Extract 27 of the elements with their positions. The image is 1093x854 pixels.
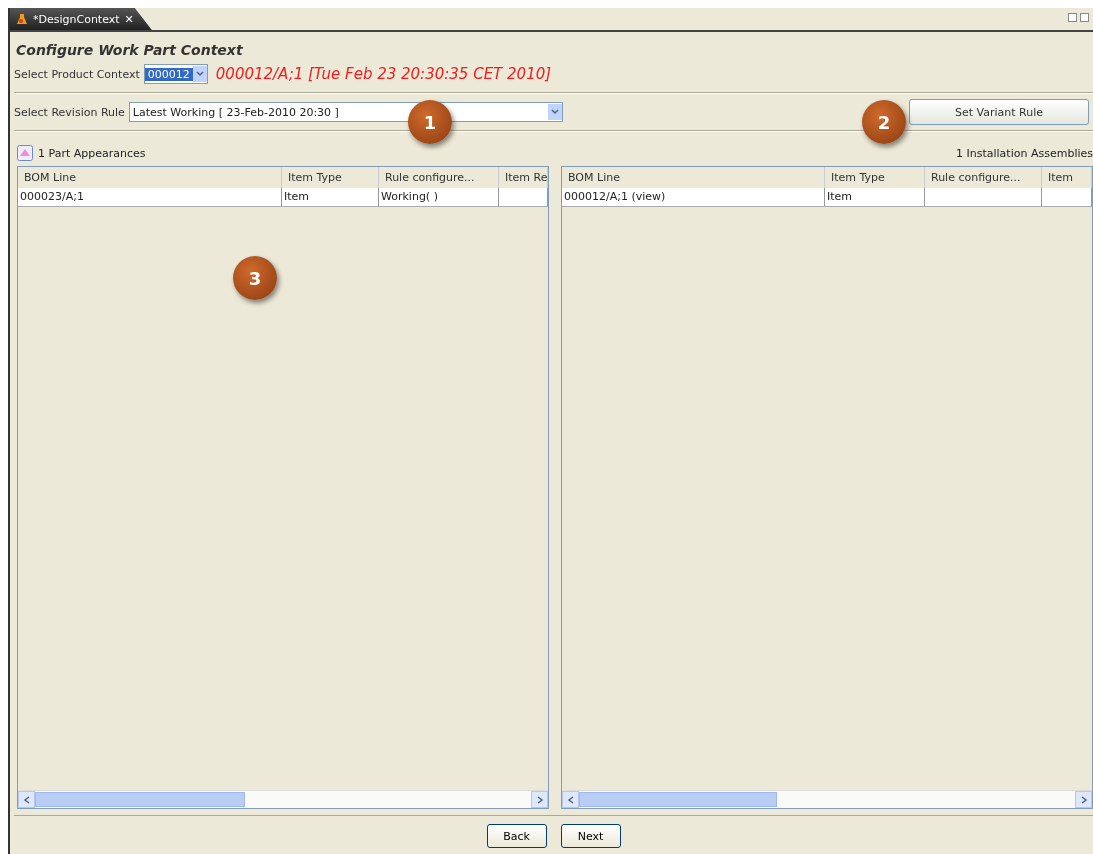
callout-badge: 1 [408,100,452,144]
flask-icon [16,13,28,25]
callout-badge: 2 [862,100,906,144]
scroll-right-icon[interactable] [535,795,544,804]
table-cell: Item [282,188,379,206]
panel-caption: 1 Installation Assemblies [956,146,1093,160]
horizontal-scrollbar[interactable] [18,790,548,808]
table-cell: Working( ) [379,188,499,206]
field-label: Select Product Context [14,67,140,81]
panel-caption: 1 Part Appearances [38,146,146,160]
field-label: Select Revision Rule [14,105,125,119]
table-cell: 000023/A;1 [18,188,282,206]
wizard-button[interactable]: Next [560,824,621,848]
part-icon [17,145,33,161]
product-context-dropdown[interactable]: 000012 [143,64,208,84]
context-info: 000012/A;1 [Tue Feb 23 20:30:35 CET 2010] [215,65,552,83]
form-title: Configure Work Part Context [15,41,243,60]
horizontal-scrollbar[interactable] [562,790,1092,808]
scroll-left-icon[interactable] [566,795,575,804]
scroll-right-icon[interactable] [1079,795,1088,804]
table-cell: Item [825,188,925,206]
wizard-button[interactable]: Back [486,824,547,848]
scroll-left-icon[interactable] [22,795,31,804]
editor-tab[interactable]: *DesignContext ✕ [10,8,152,30]
set-variant-rule-button[interactable]: Set Variant Rule [909,99,1089,125]
close-icon[interactable]: ✕ [124,12,134,26]
table-cell: 000012/A;1 (view) [562,188,825,206]
